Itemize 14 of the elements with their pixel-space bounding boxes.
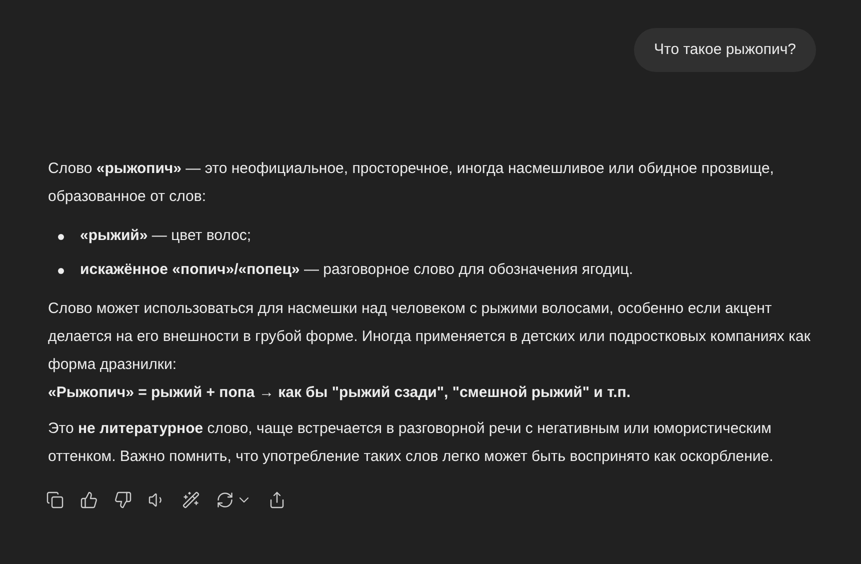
bullet-icon — [58, 234, 64, 240]
thumbs-up-icon — [80, 491, 98, 509]
thumbs-down-icon — [114, 491, 132, 509]
user-message: Что такое рыжопич? — [634, 28, 816, 72]
list-item: искажённое «попич»/«попец» — разговорное слово для обозначения ягодиц. — [80, 260, 634, 280]
formula-line: «Рыжопич» = рыжий + попа → как бы "рыжий сзади", "смешной рыжий" и т.п. — [48, 383, 632, 403]
paragraph: Слово может использоваться для насмешки над человеком с рыжими волосами, особенно если акцент делается на его внешности в грубой форме. Иногда применяется в детских или подростковых компаниях как форма дразнилки: — [48, 299, 812, 375]
bullet-icon — [58, 268, 64, 274]
paragraph: Слово «рыжопич» — это неофициальное, просторечное, иногда насмешливое или обидное прозвище, образованное от слов: — [48, 159, 775, 207]
paragraph: Это не литературное слово, чаще встречается в разговорной речи с негативным или юмористическим оттенком. Важно помнить, что употребление таких слов легко может быть воспринято как оскорбление. — [48, 419, 774, 467]
share-icon — [268, 491, 286, 509]
list-item: «рыжий» — цвет волос; — [80, 226, 252, 246]
copy-icon — [46, 491, 64, 509]
refresh-icon — [216, 491, 234, 509]
